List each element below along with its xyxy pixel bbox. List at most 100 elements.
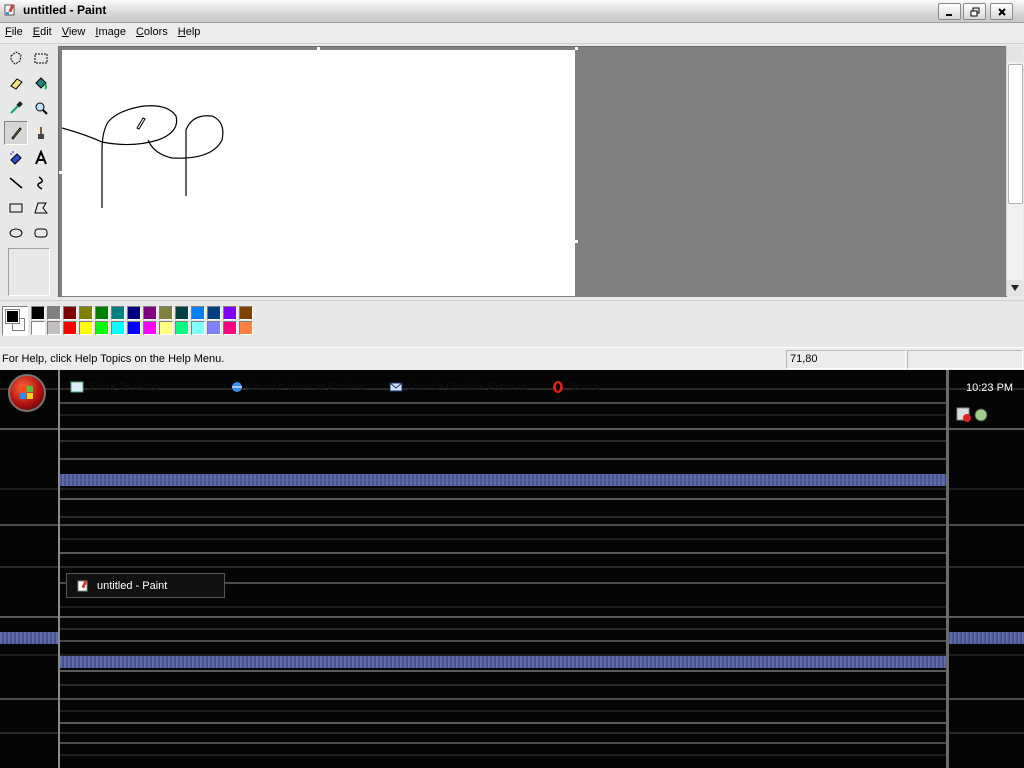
screen-artifact-line xyxy=(60,606,948,608)
color-swatch[interactable] xyxy=(223,321,237,335)
tool-polygon[interactable] xyxy=(29,196,53,220)
color-swatch[interactable] xyxy=(223,306,237,320)
color-swatch[interactable] xyxy=(159,321,173,335)
restore-button[interactable] xyxy=(963,3,986,20)
canvas-resize-handle-top[interactable] xyxy=(317,47,320,50)
color-swatch[interactable] xyxy=(127,321,141,335)
taskbar-clock[interactable]: 10:23 PM xyxy=(966,382,1013,394)
tool-brush[interactable] xyxy=(29,121,53,145)
tool-line[interactable] xyxy=(4,171,28,195)
tool-eraser[interactable] xyxy=(4,71,28,95)
taskbar-button-label: untitled - Paint xyxy=(97,579,168,592)
curve-icon xyxy=(37,176,43,190)
canvas-resize-handle-right[interactable] xyxy=(575,240,578,243)
screen-artifact-line xyxy=(0,732,1024,734)
scroll-up-button[interactable] xyxy=(1007,46,1023,62)
color-swatch[interactable] xyxy=(207,321,221,335)
eraser-icon xyxy=(10,78,23,90)
color-swatch[interactable] xyxy=(143,306,157,320)
color-swatch[interactable] xyxy=(47,306,61,320)
menu-help-mnemonic: H xyxy=(177,26,186,38)
taskbar-button-paint[interactable]: untitled - Paint xyxy=(66,573,225,598)
color-swatch[interactable] xyxy=(143,321,157,335)
menu-help[interactable]: Help xyxy=(173,23,206,43)
canvas-resize-handle-top-right[interactable] xyxy=(575,47,578,50)
tool-curve[interactable] xyxy=(29,171,53,195)
color-swatch[interactable] xyxy=(159,306,173,320)
scroll-down-button[interactable] xyxy=(1007,280,1023,296)
start-button[interactable] xyxy=(8,374,46,412)
status-coordinates: 71,80 xyxy=(790,353,818,365)
screen-artifact-band xyxy=(60,656,946,668)
color-swatch[interactable] xyxy=(175,306,189,320)
menu-edit-label: dit xyxy=(40,26,52,38)
pencil-icon xyxy=(11,127,22,140)
color-swatch[interactable] xyxy=(31,306,45,320)
quick-launch-show-desktop[interactable]: Show Desktop xyxy=(70,380,159,394)
tool-free-form-select[interactable] xyxy=(4,46,28,70)
tool-pick-color[interactable] xyxy=(4,96,28,120)
vertical-scrollbar[interactable] xyxy=(1006,46,1023,296)
color-swatch[interactable] xyxy=(127,306,141,320)
color-swatch[interactable] xyxy=(239,306,253,320)
scroll-thumb[interactable] xyxy=(1008,64,1023,204)
pick-color-icon xyxy=(10,101,23,114)
menu-view-label: iew xyxy=(68,26,86,38)
color-swatch[interactable] xyxy=(191,321,205,335)
status-help-text: For Help, click Help Topics on the Help … xyxy=(2,353,225,365)
outlook-express-icon xyxy=(389,382,403,392)
color-swatch[interactable] xyxy=(239,321,253,335)
tool-pencil[interactable] xyxy=(4,121,28,145)
screen-artifact-line xyxy=(60,498,948,500)
color-swatch[interactable] xyxy=(95,321,109,335)
tool-airbrush[interactable] xyxy=(4,146,28,170)
tool-rounded-rectangle[interactable] xyxy=(29,221,53,245)
rounded-rectangle-icon xyxy=(34,228,48,238)
tool-options-box[interactable] xyxy=(8,248,50,296)
color-swatch[interactable] xyxy=(191,306,205,320)
quick-launch-opera[interactable]: Opera xyxy=(551,380,600,394)
color-swatch[interactable] xyxy=(95,306,109,320)
menu-colors[interactable]: Colors xyxy=(131,23,173,43)
tool-ellipse[interactable] xyxy=(4,221,28,245)
menu-bar: File Edit View Image Colors Help xyxy=(0,23,1024,44)
canvas-resize-handle-left[interactable] xyxy=(59,171,62,174)
close-icon xyxy=(997,7,1006,16)
menu-file-mnemonic: F xyxy=(5,26,12,38)
close-button[interactable] xyxy=(990,3,1013,20)
current-colors[interactable] xyxy=(2,306,28,336)
screen-artifact-divider xyxy=(58,370,60,768)
color-swatch[interactable] xyxy=(79,321,93,335)
color-swatch[interactable] xyxy=(63,321,77,335)
tool-select[interactable] xyxy=(29,46,53,70)
color-swatch[interactable] xyxy=(111,321,125,335)
tool-fill[interactable] xyxy=(29,71,53,95)
color-swatch[interactable] xyxy=(63,306,77,320)
screen-artifact-divider xyxy=(946,370,949,768)
menu-edit[interactable]: Edit xyxy=(28,23,57,43)
color-swatch[interactable] xyxy=(31,321,45,335)
menu-view-mnemonic: V xyxy=(61,26,69,38)
quick-launch-show-desktop-label: Show Desktop xyxy=(88,381,159,393)
menu-file[interactable]: File xyxy=(0,23,28,43)
quick-launch-outlook-express[interactable]: Launch Outlook Express xyxy=(389,380,527,394)
tool-text[interactable] xyxy=(29,146,53,170)
color-swatch[interactable] xyxy=(175,321,189,335)
title-bar[interactable]: untitled - Paint xyxy=(0,0,1024,23)
color-palette xyxy=(0,300,1024,347)
menu-image[interactable]: Image xyxy=(90,23,131,43)
show-desktop-icon xyxy=(70,381,84,393)
color-swatch[interactable] xyxy=(47,321,61,335)
color-swatch[interactable] xyxy=(79,306,93,320)
minimize-button[interactable] xyxy=(938,3,961,20)
system-tray-icons[interactable] xyxy=(955,406,991,424)
menu-view[interactable]: View xyxy=(57,23,91,43)
tool-magnifier[interactable] xyxy=(29,96,53,120)
quick-launch-internet-explorer[interactable]: Launch Internet Explorer xyxy=(230,380,368,394)
menu-colors-mnemonic: C xyxy=(135,26,144,38)
color-swatch[interactable] xyxy=(111,306,125,320)
drawing-canvas[interactable] xyxy=(62,50,575,296)
tool-rectangle[interactable] xyxy=(4,196,28,220)
color-swatch[interactable] xyxy=(207,306,221,320)
free-form-select-icon xyxy=(10,51,22,65)
